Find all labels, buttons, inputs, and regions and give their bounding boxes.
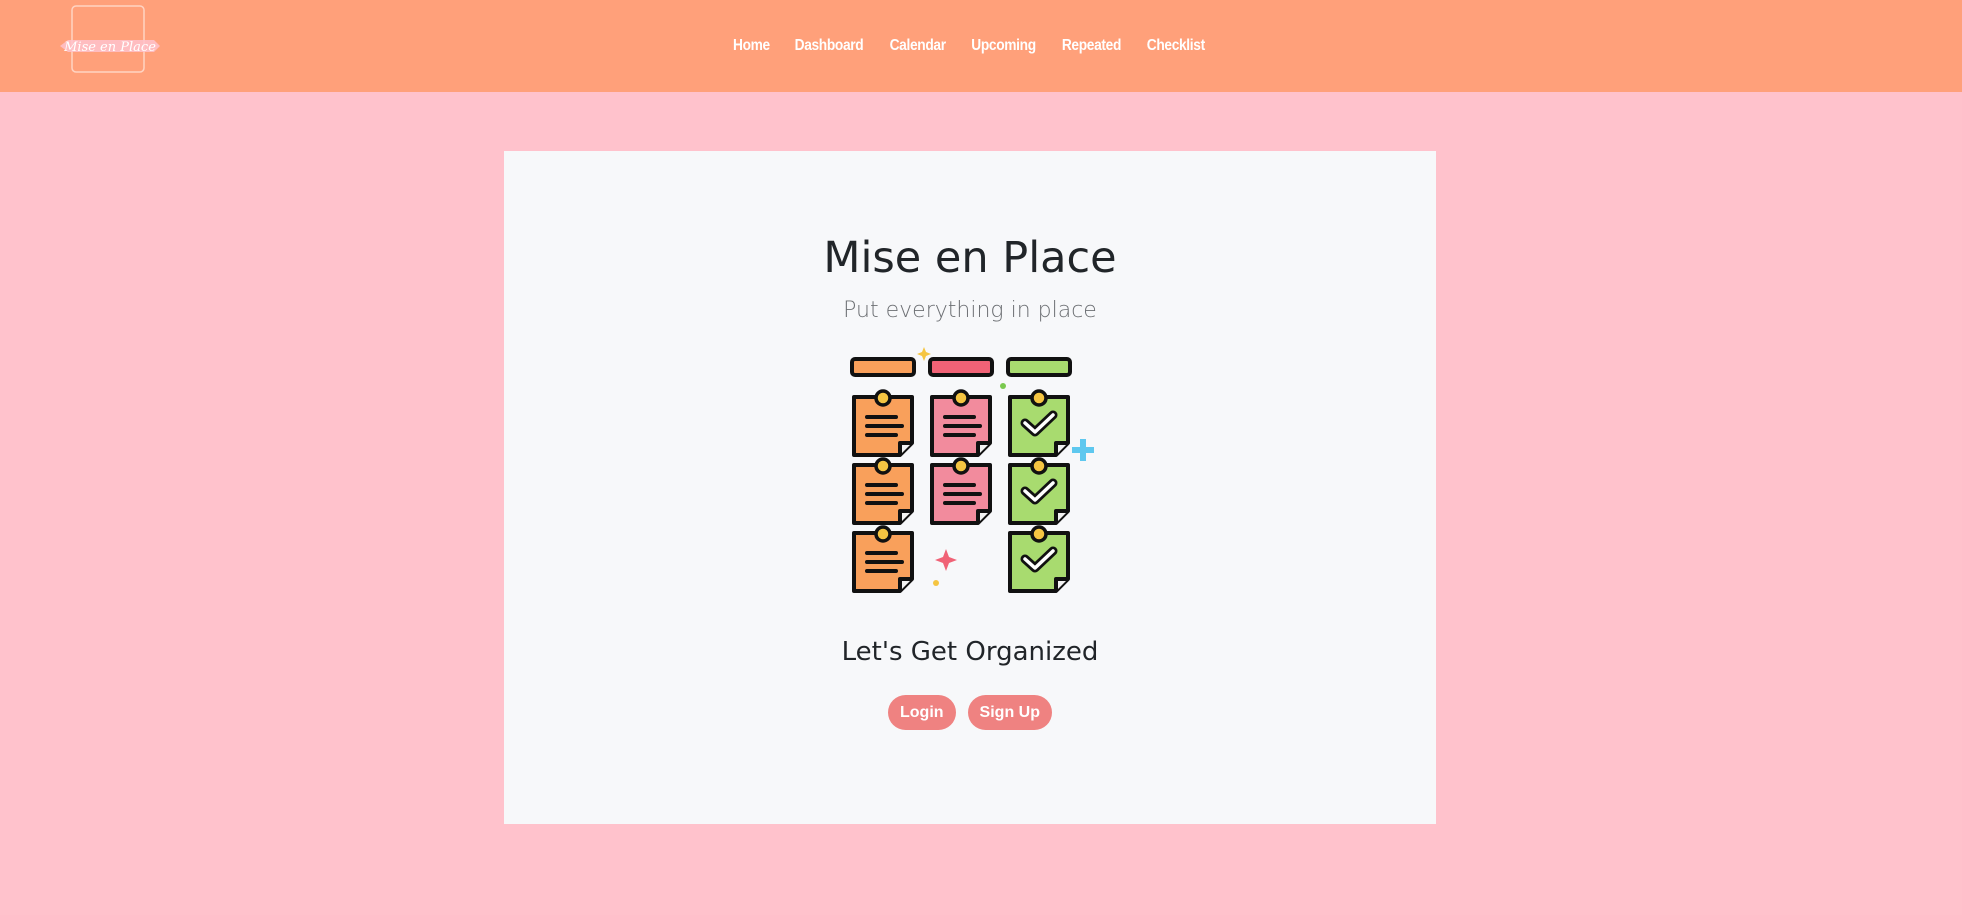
nav-upcoming[interactable]: Upcoming bbox=[972, 37, 1037, 55]
nav-repeated[interactable]: Repeated bbox=[1062, 37, 1122, 55]
auth-buttons: Login Sign Up bbox=[504, 695, 1436, 730]
login-button[interactable]: Login bbox=[888, 695, 956, 730]
page-subtitle: Put everything in place bbox=[843, 298, 1097, 323]
tagline: Let's Get Organized bbox=[841, 637, 1099, 667]
signup-button[interactable]: Sign Up bbox=[967, 695, 1052, 730]
nav-calendar[interactable]: Calendar bbox=[890, 37, 946, 55]
nav-checklist[interactable]: Checklist bbox=[1147, 37, 1205, 55]
hero-card: Mise en Place Put everything in place Le… bbox=[504, 151, 1436, 824]
nav-home[interactable]: Home bbox=[733, 37, 770, 55]
page-title: Mise en Place bbox=[823, 233, 1117, 283]
main-nav: Home Dashboard Calendar Upcoming Repeate… bbox=[0, 0, 1962, 92]
sticky-notes-board-icon bbox=[850, 347, 1094, 593]
nav-dashboard[interactable]: Dashboard bbox=[795, 37, 864, 55]
navbar: Mise en Place Home Dashboard Calendar Up… bbox=[0, 0, 1962, 92]
